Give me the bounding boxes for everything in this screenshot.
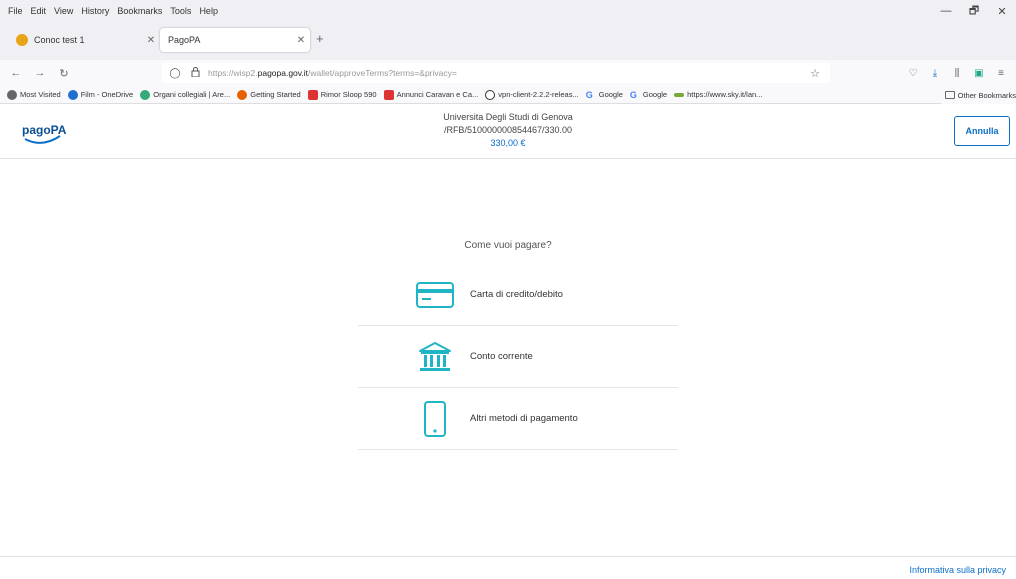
other-bookmarks-label: Other Bookmarks xyxy=(957,90,1016,100)
bookmark-getting-started[interactable]: Getting Started xyxy=(237,89,301,100)
privacy-link[interactable]: Informativa sulla privacy xyxy=(909,565,1006,575)
back-button[interactable]: ← xyxy=(4,67,28,79)
gear-icon xyxy=(7,89,17,100)
tab-pagopa[interactable]: PagoPA ✕ xyxy=(160,28,310,52)
tab-conoc-test[interactable]: Conoc test 1 ✕ xyxy=(10,28,160,52)
menu-view[interactable]: View xyxy=(54,6,73,16)
method-label: Altri metodi di pagamento xyxy=(470,413,578,424)
pocket-icon[interactable]: ♡ xyxy=(902,68,924,79)
payment-amount: 330,00 € xyxy=(490,138,526,148)
bookmarks-bar: Most Visited Film - OneDrive Organi coll… xyxy=(0,86,1016,104)
payment-summary: Universita Degli Studi di Genova /RFB/51… xyxy=(0,111,1016,150)
maximize-button[interactable]: 🗗 xyxy=(960,2,988,21)
url-prefix: https://wisp2. xyxy=(208,68,258,78)
bookmark-label: Film - OneDrive xyxy=(80,90,134,99)
bookmark-annunci[interactable]: Annunci Caravan e Ca... xyxy=(383,89,479,100)
menu-icon[interactable]: ≡ xyxy=(990,68,1012,79)
menu-bar: File Edit View History Bookmarks Tools H… xyxy=(0,0,1016,22)
menu-file[interactable]: File xyxy=(8,6,23,16)
bookmark-google-2[interactable]: G Google xyxy=(630,90,667,100)
menu-tools[interactable]: Tools xyxy=(170,6,191,16)
method-bank-account[interactable]: Conto corrente xyxy=(358,326,678,388)
toolbar-icons: ♡ ⤓ ⫼ ▣ ≡ xyxy=(902,60,1012,86)
bookmark-most-visited[interactable]: Most Visited xyxy=(7,89,61,100)
url-text: https://wisp2.pagopa.gov.it/wallet/appro… xyxy=(208,68,457,78)
smartphone-icon xyxy=(414,398,456,440)
site-icon xyxy=(307,89,318,100)
bookmark-label: Google xyxy=(598,90,623,99)
bookmark-label: Google xyxy=(642,90,668,99)
sky-icon xyxy=(674,92,685,97)
method-label: Carta di credito/debito xyxy=(470,289,563,300)
bookmark-label: https://www.sky.it/lan... xyxy=(687,90,763,99)
bookmark-label: Annunci Caravan e Ca... xyxy=(396,90,479,99)
method-credit-card[interactable]: Carta di credito/debito xyxy=(358,264,678,326)
extension-icon[interactable]: ▣ xyxy=(968,68,990,79)
shield-icon[interactable]: ◯ xyxy=(168,68,182,79)
folder-icon xyxy=(944,91,955,99)
payment-question: Come vuoi pagare? xyxy=(464,240,552,251)
bookmark-rimor[interactable]: Rimor Sloop 590 xyxy=(307,89,377,100)
menu-bookmarks[interactable]: Bookmarks xyxy=(117,6,162,16)
tab-favicon-icon xyxy=(16,34,28,46)
close-window-button[interactable]: ✕ xyxy=(988,5,1016,18)
url-host: pagopa.gov.it xyxy=(257,68,309,78)
globe-icon xyxy=(140,89,151,100)
tab-title: PagoPA xyxy=(168,35,201,45)
bookmark-film-onedrive[interactable]: Film - OneDrive xyxy=(67,89,134,100)
bookmark-label: Organi collegiali | Are... xyxy=(153,90,231,99)
close-tab-icon[interactable]: ✕ xyxy=(292,35,310,46)
menu-edit[interactable]: Edit xyxy=(31,6,47,16)
payment-methods-list: Carta di credito/debito Conto corrente A… xyxy=(358,264,678,450)
bookmark-organi[interactable]: Organi collegiali | Are... xyxy=(140,89,231,100)
bookmark-label: vpn-client-2.2.2-releas... xyxy=(498,90,579,99)
bookmark-vpn-client[interactable]: vpn-client-2.2.2-releas... xyxy=(485,89,579,100)
address-bar[interactable]: ◯ https://wisp2.pagopa.gov.it/wallet/app… xyxy=(162,63,830,83)
site-icon xyxy=(383,89,394,100)
bookmark-label: Getting Started xyxy=(250,90,301,99)
method-label: Conto corrente xyxy=(470,351,533,362)
bookmark-label: Most Visited xyxy=(20,90,61,99)
page-header: pagoPA Universita Degli Studi di Genova … xyxy=(0,105,1016,159)
window-controls: — 🗗 ✕ xyxy=(932,0,1016,22)
google-icon: G xyxy=(585,89,593,100)
minimize-button[interactable]: — xyxy=(932,5,960,17)
lock-icon[interactable] xyxy=(188,66,202,80)
tab-title: Conoc test 1 xyxy=(34,35,85,45)
bookmark-google-1[interactable]: G Google xyxy=(586,90,623,100)
bookmark-star-icon[interactable]: ☆ xyxy=(810,67,820,80)
new-tab-button[interactable]: + xyxy=(316,31,324,46)
cloud-icon xyxy=(67,89,78,100)
credit-card-icon xyxy=(414,274,456,316)
close-tab-icon[interactable]: ✕ xyxy=(142,35,160,46)
menu-help[interactable]: Help xyxy=(199,6,218,16)
bank-icon xyxy=(414,336,456,378)
tab-bar: Conoc test 1 ✕ PagoPA ✕ + xyxy=(0,22,1016,60)
payment-reference: /RFB/510000000854467/330.00 xyxy=(443,125,573,135)
page-footer: Informativa sulla privacy xyxy=(0,556,1016,579)
github-icon xyxy=(485,89,496,100)
bookmark-sky[interactable]: https://www.sky.it/lan... xyxy=(674,90,762,99)
cancel-button[interactable]: Annulla xyxy=(954,116,1010,146)
google-icon: G xyxy=(629,89,637,100)
creditor-name: Universita Degli Studi di Genova xyxy=(443,112,573,122)
firefox-icon xyxy=(237,89,248,100)
forward-button[interactable]: → xyxy=(28,67,52,79)
downloads-icon[interactable]: ⤓ xyxy=(924,68,946,79)
bookmark-label: Rimor Sloop 590 xyxy=(320,90,377,99)
method-other[interactable]: Altri metodi di pagamento xyxy=(358,388,678,450)
other-bookmarks[interactable]: Other Bookmarks xyxy=(940,86,1016,104)
reload-button[interactable]: ↻ xyxy=(52,67,76,80)
url-path: /wallet/approveTerms?terms=&privacy= xyxy=(308,68,457,78)
library-icon[interactable]: ⫼ xyxy=(946,68,968,79)
menu-history[interactable]: History xyxy=(81,6,109,16)
